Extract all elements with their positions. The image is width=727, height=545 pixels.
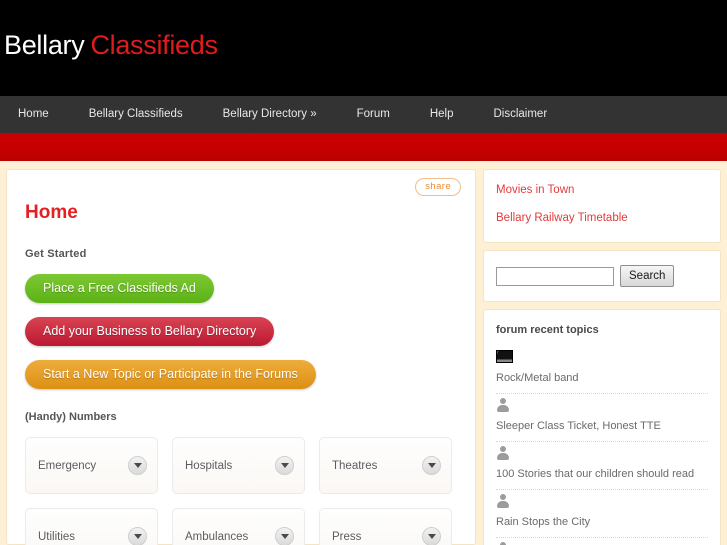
- topic-title[interactable]: Sleeper Class Ticket, Honest TTE: [496, 420, 661, 432]
- dropdown-label: Press: [332, 530, 362, 543]
- list-item[interactable]: Rain Stops the City: [496, 490, 708, 538]
- nav-item-disclaimer[interactable]: Disclaimer: [473, 96, 567, 133]
- dropdown-label: Emergency: [38, 459, 97, 472]
- list-item[interactable]: Rock/Metal band: [496, 346, 708, 394]
- dropdown-press[interactable]: Press: [319, 508, 452, 545]
- cta-list: Place a Free Classifieds Ad Add your Bus…: [25, 260, 457, 389]
- dropdown-emergency[interactable]: Emergency: [25, 437, 158, 494]
- red-accent-stripe: [0, 133, 727, 161]
- dropdown-label: Utilities: [38, 530, 76, 543]
- dropdown-theatres[interactable]: Theatres: [319, 437, 452, 494]
- forum-recent-topics-panel: forum recent topics Rock/Metal band Slee…: [483, 309, 721, 545]
- site-header: Bellary Classifieds: [0, 0, 727, 96]
- photo-avatar-icon: [496, 350, 513, 363]
- list-item[interactable]: 100 Songs that our children must listen …: [496, 538, 708, 545]
- handy-numbers-label: (Handy) Numbers: [25, 411, 117, 423]
- sidebar-links-panel: Movies in Town Bellary Railway Timetable: [483, 169, 721, 243]
- dropdown-ambulances[interactable]: Ambulances: [172, 508, 305, 545]
- list-item[interactable]: 100 Stories that our children should rea…: [496, 442, 708, 490]
- main-content-panel: share Home Get Started Place a Free Clas…: [6, 169, 476, 545]
- start-new-topic-button[interactable]: Start a New Topic or Participate in the …: [25, 360, 316, 389]
- topic-title[interactable]: Rain Stops the City: [496, 516, 590, 528]
- chevron-down-icon[interactable]: [128, 456, 147, 475]
- get-started-label: Get Started: [25, 248, 87, 260]
- dropdown-label: Hospitals: [185, 459, 233, 472]
- person-avatar-icon: [496, 398, 509, 412]
- main-navigation: Home Bellary Classifieds Bellary Directo…: [0, 96, 727, 133]
- search-button[interactable]: Search: [620, 265, 675, 287]
- page-title: Home: [25, 202, 78, 223]
- nav-item-bellary-classifieds[interactable]: Bellary Classifieds: [69, 96, 203, 133]
- list-item[interactable]: Sleeper Class Ticket, Honest TTE: [496, 394, 708, 442]
- topic-title[interactable]: Rock/Metal band: [496, 372, 579, 384]
- handy-numbers-grid: Emergency Hospitals Theatres Utilities A…: [25, 437, 457, 545]
- search-row: Search: [496, 265, 708, 287]
- topic-title[interactable]: 100 Stories that our children should rea…: [496, 468, 694, 480]
- nav-item-bellary-directory[interactable]: Bellary Directory »: [203, 96, 337, 133]
- dropdown-hospitals[interactable]: Hospitals: [172, 437, 305, 494]
- place-free-classifieds-ad-button[interactable]: Place a Free Classifieds Ad: [25, 274, 214, 303]
- page-body: share Home Get Started Place a Free Clas…: [0, 161, 727, 545]
- nav-item-forum[interactable]: Forum: [337, 96, 410, 133]
- logo-primary-text: Bellary: [4, 30, 85, 60]
- dropdown-label: Theatres: [332, 459, 378, 472]
- nav-item-home[interactable]: Home: [15, 96, 69, 133]
- chevron-down-icon[interactable]: [275, 456, 294, 475]
- person-avatar-icon: [496, 494, 509, 508]
- nav-item-help[interactable]: Help: [410, 96, 474, 133]
- person-avatar-icon: [496, 446, 509, 460]
- share-button[interactable]: share: [415, 178, 461, 196]
- chevron-down-icon[interactable]: [128, 527, 147, 545]
- content-column: share Home Get Started Place a Free Clas…: [6, 169, 476, 545]
- sidebar-column: Movies in Town Bellary Railway Timetable…: [483, 169, 721, 545]
- sidebar-link-railway-timetable[interactable]: Bellary Railway Timetable: [496, 212, 708, 224]
- chevron-down-icon[interactable]: [275, 527, 294, 545]
- chevron-down-icon[interactable]: [422, 527, 441, 545]
- search-input[interactable]: [496, 266, 614, 286]
- logo-secondary-text: Classifieds: [90, 30, 218, 60]
- chevron-down-icon[interactable]: [422, 456, 441, 475]
- forum-panel-title: forum recent topics: [496, 324, 599, 336]
- sidebar-search-panel: Search: [483, 250, 721, 302]
- add-business-to-directory-button[interactable]: Add your Business to Bellary Directory: [25, 317, 275, 346]
- dropdown-utilities[interactable]: Utilities: [25, 508, 158, 545]
- sidebar-link-movies-in-town[interactable]: Movies in Town: [496, 184, 708, 196]
- dropdown-label: Ambulances: [185, 530, 249, 543]
- site-logo[interactable]: Bellary Classifieds: [4, 30, 218, 61]
